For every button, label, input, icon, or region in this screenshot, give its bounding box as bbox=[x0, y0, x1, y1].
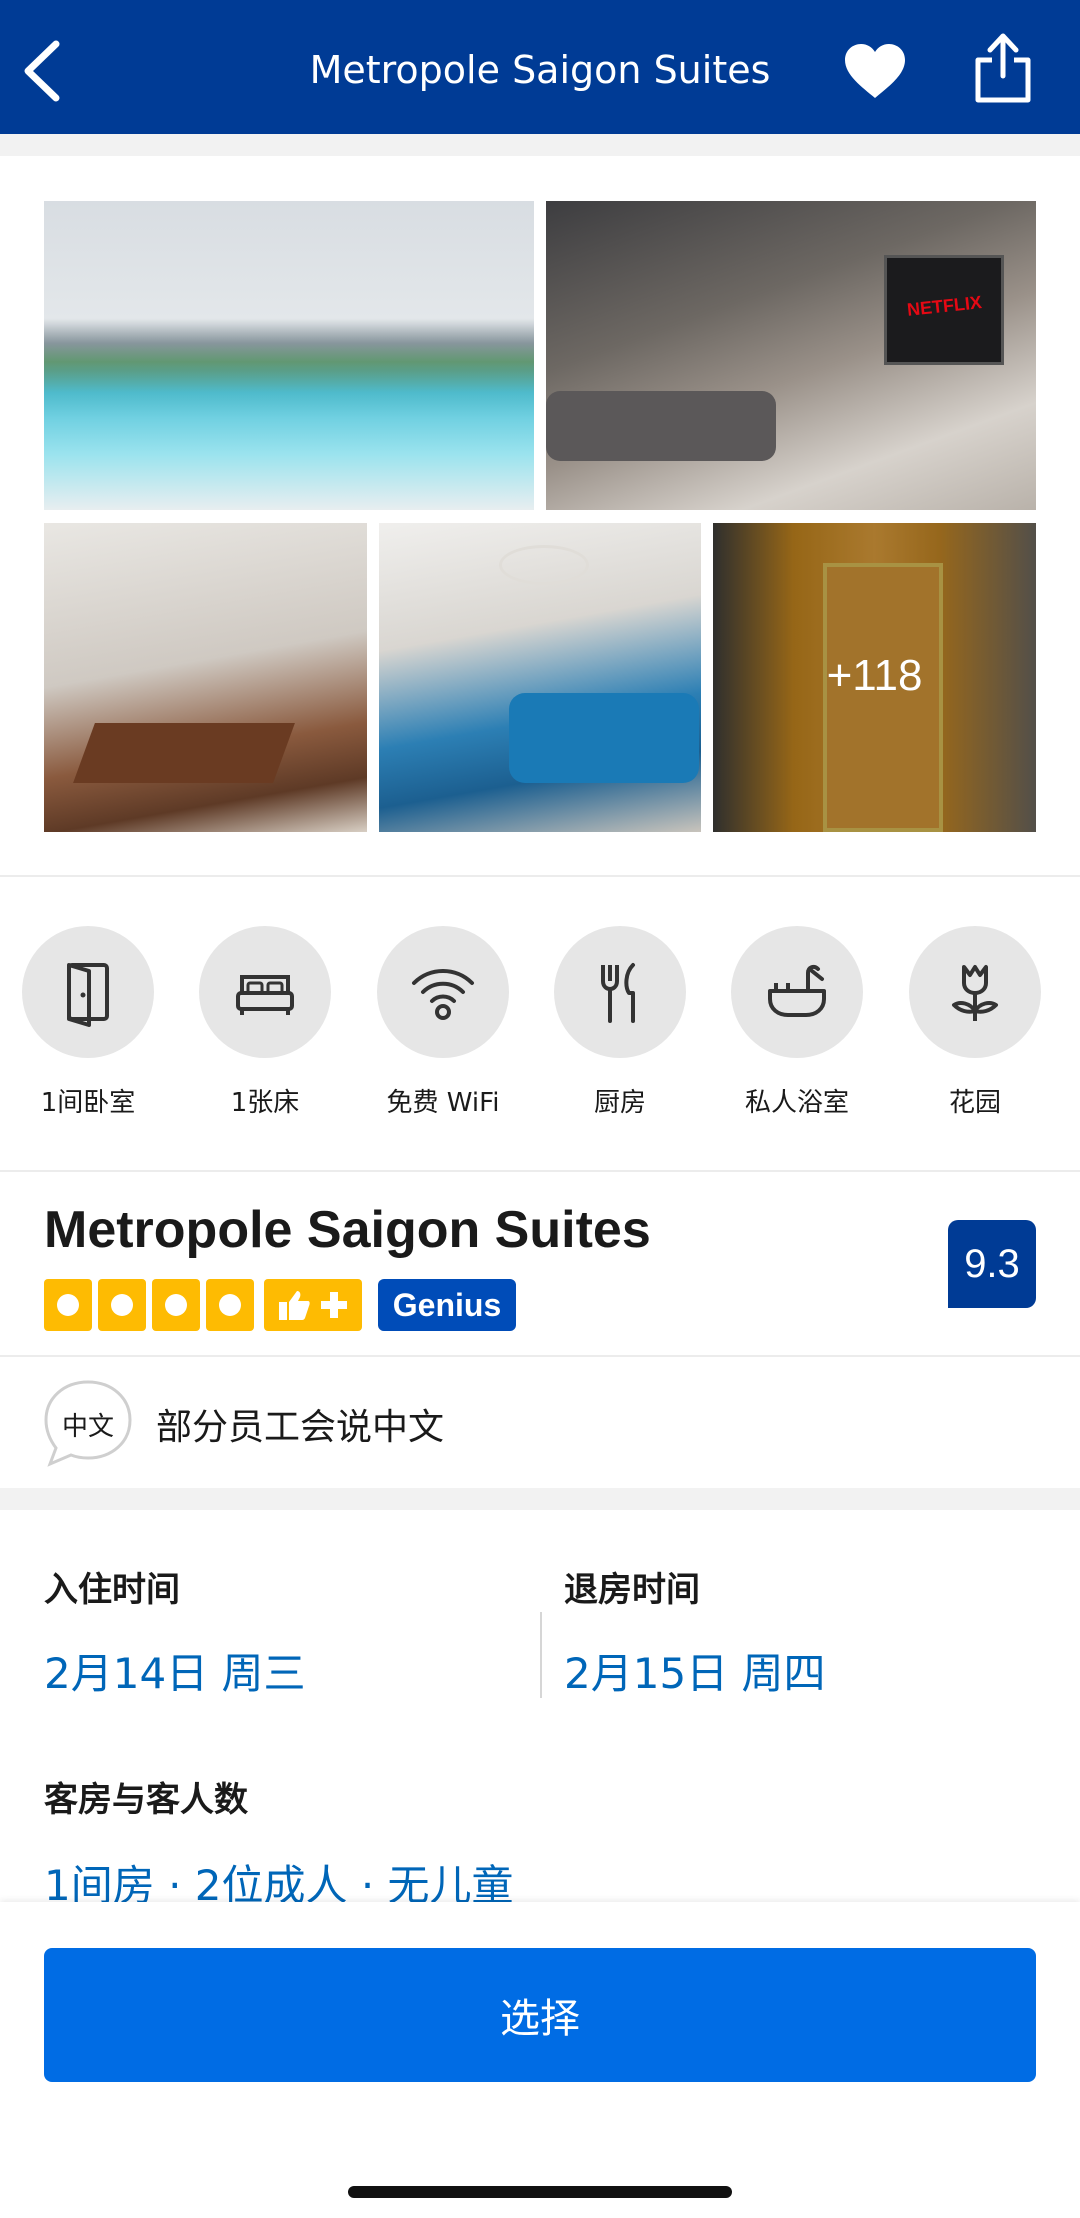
facility-label: 1间卧室 bbox=[40, 1088, 136, 1118]
facility-label: 私人浴室 bbox=[744, 1088, 849, 1118]
pool-photo[interactable] bbox=[44, 201, 534, 510]
sofa-shape bbox=[546, 391, 776, 461]
review-score-badge[interactable]: 9.3 bbox=[948, 1220, 1036, 1308]
favorite-button[interactable] bbox=[842, 42, 908, 100]
date-divider bbox=[540, 1612, 542, 1698]
facility-label: 花园 bbox=[948, 1088, 1001, 1118]
flower-icon bbox=[952, 965, 998, 1021]
facility-bedroom[interactable]: 1间卧室 bbox=[18, 926, 158, 1119]
tv-logo-text: NETFLIX bbox=[906, 292, 983, 320]
select-button[interactable]: 选择 bbox=[44, 1948, 1036, 2082]
more-photos-count: +118 bbox=[826, 651, 923, 700]
facility-label: 1张床 bbox=[230, 1088, 300, 1118]
living-room-photo[interactable]: NETFLIX bbox=[546, 201, 1036, 510]
checkin-label: 入住时间 bbox=[44, 1570, 180, 1610]
rating-square bbox=[98, 1279, 146, 1331]
facility-kitchen[interactable]: 厨房 bbox=[550, 926, 690, 1119]
section-gap bbox=[0, 1488, 1080, 1510]
tv-shape: NETFLIX bbox=[884, 255, 1004, 365]
facility-icon-circle bbox=[909, 926, 1041, 1058]
sofa-shape bbox=[509, 693, 699, 783]
checkin-date[interactable]: 2月14日 周三 bbox=[44, 1640, 306, 1701]
facility-wifi[interactable]: 免费 WiFi bbox=[373, 926, 513, 1119]
thumbs-up-icon bbox=[279, 1291, 310, 1320]
facility-icon-circle bbox=[554, 926, 686, 1058]
heart-icon bbox=[845, 44, 905, 98]
facility-bed[interactable]: 1张床 bbox=[195, 926, 335, 1119]
preferred-plus-badge bbox=[264, 1279, 362, 1331]
hotel-name: Metropole Saigon Suites bbox=[44, 1201, 651, 1259]
bathtub-icon bbox=[768, 964, 826, 1017]
top-bar: Metropole Saigon Suites bbox=[0, 0, 1080, 134]
facility-icon-circle bbox=[199, 926, 331, 1058]
facility-icon-circle bbox=[731, 926, 863, 1058]
genius-badge: Genius bbox=[378, 1279, 516, 1331]
rating-square bbox=[44, 1279, 92, 1331]
language-info: 部分员工会说中文 bbox=[156, 1407, 445, 1448]
rating-square bbox=[206, 1279, 254, 1331]
checkout-date[interactable]: 2月15日 周四 bbox=[564, 1640, 826, 1701]
section-gap bbox=[0, 134, 1080, 156]
facility-bathroom[interactable]: 私人浴室 bbox=[727, 926, 867, 1119]
facility-icon-circle bbox=[377, 926, 509, 1058]
language-icon-text: 中文 bbox=[61, 1412, 114, 1442]
facility-icon-circle bbox=[22, 926, 154, 1058]
kitchen-icon bbox=[601, 963, 635, 1023]
facility-label: 厨房 bbox=[593, 1088, 646, 1118]
star-rating bbox=[44, 1279, 362, 1331]
lounge-photo[interactable] bbox=[379, 523, 701, 832]
guests-label: 客房与客人数 bbox=[44, 1780, 248, 1820]
dining-room-photo[interactable] bbox=[44, 523, 367, 832]
door-icon bbox=[67, 963, 109, 1027]
table-shape bbox=[73, 723, 295, 783]
entrance-photo[interactable]: +118 bbox=[713, 523, 1036, 832]
home-indicator[interactable] bbox=[348, 2186, 732, 2198]
share-button[interactable] bbox=[972, 30, 1034, 104]
pool-photo-overlay bbox=[44, 201, 534, 510]
plus-icon bbox=[321, 1292, 347, 1318]
page-title: Metropole Saigon Suites bbox=[309, 48, 771, 92]
divider bbox=[0, 875, 1080, 877]
speech-bubble-icon: 中文 bbox=[42, 1378, 134, 1468]
divider bbox=[0, 1170, 1080, 1172]
rating-square bbox=[152, 1279, 200, 1331]
chevron-left-icon bbox=[24, 40, 60, 102]
checkout-label: 退房时间 bbox=[564, 1570, 700, 1610]
bed-icon bbox=[236, 975, 294, 1015]
share-icon bbox=[975, 33, 1031, 103]
chandelier-shape bbox=[499, 545, 589, 585]
divider bbox=[0, 1355, 1080, 1357]
wifi-icon bbox=[412, 969, 474, 1020]
back-button[interactable] bbox=[14, 36, 76, 106]
facility-garden[interactable]: 花园 bbox=[905, 926, 1045, 1119]
facility-label: 免费 WiFi bbox=[386, 1088, 500, 1118]
